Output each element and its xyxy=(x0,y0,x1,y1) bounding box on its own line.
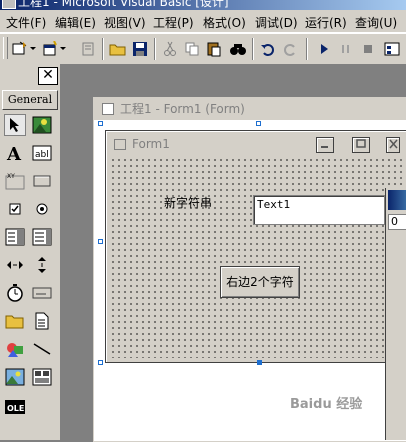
undo-icon[interactable] xyxy=(258,39,278,59)
form-window-icon xyxy=(102,103,114,115)
data-tool-icon[interactable] xyxy=(31,366,53,388)
selection-handle[interactable] xyxy=(98,239,103,244)
copy-icon[interactable] xyxy=(182,39,202,59)
form1-client-area[interactable] xyxy=(110,157,403,358)
toolbar-separator xyxy=(102,38,104,60)
run-start-icon[interactable] xyxy=(314,39,334,59)
dropdown-arrow-icon[interactable] xyxy=(29,39,37,59)
app-title-bar: 工程1 - Microsoft Visual Basic [设计] xyxy=(0,0,406,10)
ole-tool-icon[interactable]: OLE xyxy=(4,396,26,418)
cut-icon[interactable] xyxy=(160,39,180,59)
combobox-tool-icon[interactable] xyxy=(4,226,26,248)
form-designer-title-bar[interactable]: 工程1 - Form1 (Form) xyxy=(94,98,406,120)
filelistbox-tool-icon[interactable] xyxy=(31,310,53,332)
checkbox-tool-icon[interactable] xyxy=(4,198,26,220)
right-two-chars-button[interactable]: 右边2个字符 xyxy=(220,266,300,298)
form1-title-bar[interactable]: Form1 xyxy=(108,133,405,155)
properties-window-partial[interactable]: 0 xyxy=(385,188,406,440)
menu-query[interactable]: 查询(U) xyxy=(355,14,397,31)
commandbutton-tool-icon[interactable] xyxy=(31,170,53,192)
listbox-tool-icon[interactable] xyxy=(31,226,53,248)
toolbox-general-tab[interactable]: General xyxy=(2,90,58,110)
svg-text:abl: abl xyxy=(35,150,49,160)
properties-field[interactable]: 0 xyxy=(388,214,406,230)
find-binoculars-icon[interactable] xyxy=(228,39,248,59)
vb-app-icon xyxy=(2,0,16,9)
selection-handle[interactable] xyxy=(257,360,262,365)
menu-file[interactable]: 文件(F) xyxy=(6,14,46,31)
standard-toolbar xyxy=(0,33,406,65)
add-form-icon[interactable] xyxy=(40,39,60,59)
add-project-icon[interactable] xyxy=(10,39,30,59)
menu-editor-icon[interactable] xyxy=(78,39,98,59)
close-button[interactable] xyxy=(386,137,400,153)
svg-text:XY: XY xyxy=(7,173,15,180)
selection-handle[interactable] xyxy=(256,121,261,126)
shape-tool-icon[interactable] xyxy=(4,338,26,360)
textbox-tool-icon[interactable]: abl xyxy=(31,142,53,164)
baidu-watermark: Baidu 经验 xyxy=(290,397,363,412)
text1-textbox[interactable]: Text1 xyxy=(253,195,385,225)
frame-tool-icon[interactable]: XY xyxy=(4,170,26,192)
toolbar-grip[interactable] xyxy=(3,37,8,59)
toolbar-separator xyxy=(252,38,254,60)
picturebox-tool-icon[interactable] xyxy=(31,114,53,136)
menu-project[interactable]: 工程(P) xyxy=(153,14,194,31)
form-designer-title: 工程1 - Form1 (Form) xyxy=(120,102,245,116)
hscrollbar-tool-icon[interactable] xyxy=(4,254,26,276)
save-icon[interactable] xyxy=(130,39,150,59)
menu-run[interactable]: 运行(R) xyxy=(305,14,347,31)
selection-handle[interactable] xyxy=(98,121,103,126)
form1-title: Form1 xyxy=(132,137,170,151)
form1-window-icon xyxy=(114,139,126,150)
project-explorer-icon[interactable] xyxy=(382,39,402,59)
pause-icon[interactable] xyxy=(336,39,356,59)
toolbox-close-button[interactable]: ✕ xyxy=(38,67,58,85)
stop-icon[interactable] xyxy=(358,39,378,59)
dropdown-arrow-icon[interactable] xyxy=(59,39,67,59)
svg-text:OLE: OLE xyxy=(7,404,24,413)
menu-edit[interactable]: 编辑(E) xyxy=(55,14,96,31)
drivelistbox-tool-icon[interactable] xyxy=(31,282,53,304)
app-title: 工程1 - Microsoft Visual Basic [设计] xyxy=(18,0,229,9)
menu-debug[interactable]: 调试(D) xyxy=(255,14,298,31)
pointer-tool-icon[interactable] xyxy=(4,114,26,136)
svg-text:A: A xyxy=(6,144,22,162)
paste-icon[interactable] xyxy=(204,39,224,59)
properties-title-bar[interactable] xyxy=(388,190,406,210)
dirlistbox-tool-icon[interactable] xyxy=(4,310,26,332)
menu-format[interactable]: 格式(O) xyxy=(203,14,246,31)
menu-bar: 文件(F) 编辑(E) 视图(V) 工程(P) 格式(O) 调试(D) 运行(R… xyxy=(0,10,406,33)
image-tool-icon[interactable] xyxy=(4,366,26,388)
toolbox-panel: ✕ General A abl XY OLE xyxy=(0,64,61,440)
toolbar-separator xyxy=(306,38,308,60)
minimize-button[interactable] xyxy=(316,137,334,153)
line-tool-icon[interactable] xyxy=(31,338,53,360)
open-folder-icon[interactable] xyxy=(108,39,128,59)
timer-tool-icon[interactable] xyxy=(4,282,26,304)
new-string-label[interactable]: 新字符串 xyxy=(164,194,212,211)
selection-handle[interactable] xyxy=(98,360,103,365)
label-tool-icon[interactable]: A xyxy=(4,142,26,164)
optionbutton-tool-icon[interactable] xyxy=(31,198,53,220)
maximize-button[interactable] xyxy=(352,137,370,153)
vscrollbar-tool-icon[interactable] xyxy=(31,254,53,276)
toolbar-separator xyxy=(154,38,156,60)
form1-window[interactable]: Form1 xyxy=(105,130,406,363)
menu-view[interactable]: 视图(V) xyxy=(104,14,146,31)
redo-icon[interactable] xyxy=(280,39,300,59)
